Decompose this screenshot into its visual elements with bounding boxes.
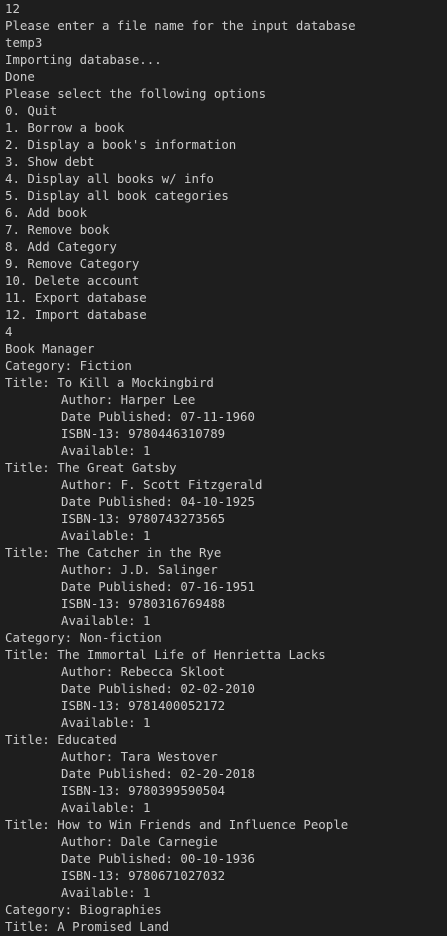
- terminal-line: 0. Quit: [5, 103, 58, 118]
- terminal-line: 11. Export database: [5, 290, 147, 305]
- terminal-line: Done: [5, 69, 35, 84]
- terminal-line: 2. Display a book's information: [5, 137, 237, 152]
- terminal-line: Title: The Catcher in the Rye: [5, 545, 222, 560]
- terminal-line: Author: Harper Lee: [61, 392, 196, 407]
- terminal-line: Date Published: 02-20-2018: [61, 766, 255, 781]
- terminal-line: Date Published: 00-10-1936: [61, 851, 255, 866]
- terminal-line: temp3: [5, 35, 43, 50]
- terminal-line: Please enter a file name for the input d…: [5, 18, 356, 33]
- terminal-line: Date Published: 07-16-1951: [61, 579, 255, 594]
- terminal-line: ISBN-13: 9780446310789: [61, 426, 226, 441]
- terminal-line: Date Published: 02-02-2010: [61, 681, 255, 696]
- terminal-line: Please select the following options: [5, 86, 267, 101]
- terminal-output[interactable]: 12 Please enter a file name for the input…: [0, 0, 447, 936]
- terminal-line: 4: [5, 324, 13, 339]
- terminal-line: 4. Display all books w/ info: [5, 171, 214, 186]
- terminal-line: Date Published: 07-11-1960: [61, 409, 255, 424]
- terminal-line: Title: Educated: [5, 732, 117, 747]
- terminal-line: 8. Add Category: [5, 239, 117, 254]
- terminal-line: ISBN-13: 9780743273565: [61, 511, 226, 526]
- terminal-line: Importing database...: [5, 52, 162, 67]
- terminal-line: Available: 1: [61, 528, 151, 543]
- terminal-line: Author: Dale Carnegie: [61, 834, 218, 849]
- terminal-line: Available: 1: [61, 885, 151, 900]
- terminal-line: Category: Biographies: [5, 902, 162, 917]
- terminal-line: 6. Add book: [5, 205, 88, 220]
- terminal-line: Book Manager: [5, 341, 95, 356]
- terminal-line: Title: How to Win Friends and Influence …: [5, 817, 349, 832]
- terminal-line: 9. Remove Category: [5, 256, 140, 271]
- terminal-line: Available: 1: [61, 613, 151, 628]
- terminal-line: Author: F. Scott Fitzgerald: [61, 477, 263, 492]
- terminal-line: Author: J.D. Salinger: [61, 562, 218, 577]
- terminal-line: 12: [5, 1, 20, 16]
- terminal-line: ISBN-13: 9780671027032: [61, 868, 226, 883]
- terminal-line: Title: The Immortal Life of Henrietta La…: [5, 647, 326, 662]
- terminal-line: Author: Rebecca Skloot: [61, 664, 226, 679]
- terminal-line: Date Published: 04-10-1925: [61, 494, 255, 509]
- terminal-line: Category: Fiction: [5, 358, 132, 373]
- terminal-line: ISBN-13: 9780399590504: [61, 783, 226, 798]
- terminal-line: 12. Import database: [5, 307, 147, 322]
- terminal-line: Available: 1: [61, 800, 151, 815]
- terminal-line: ISBN-13: 9781400052172: [61, 698, 226, 713]
- terminal-line: 5. Display all book categories: [5, 188, 229, 203]
- terminal-lines: 12 Please enter a file name for the input…: [5, 0, 447, 935]
- terminal-line: Title: To Kill a Mockingbird: [5, 375, 214, 390]
- terminal-line: 3. Show debt: [5, 154, 95, 169]
- terminal-line: 10. Delete account: [5, 273, 140, 288]
- terminal-line: Available: 1: [61, 443, 151, 458]
- terminal-line: Title: The Great Gatsby: [5, 460, 177, 475]
- terminal-line: Author: Tara Westover: [61, 749, 218, 764]
- terminal-line: Title: A Promised Land: [5, 919, 170, 934]
- terminal-line: Available: 1: [61, 715, 151, 730]
- terminal-line: Category: Non-fiction: [5, 630, 162, 645]
- terminal-line: ISBN-13: 9780316769488: [61, 596, 226, 611]
- terminal-line: 1. Borrow a book: [5, 120, 125, 135]
- terminal-line: 7. Remove book: [5, 222, 110, 237]
